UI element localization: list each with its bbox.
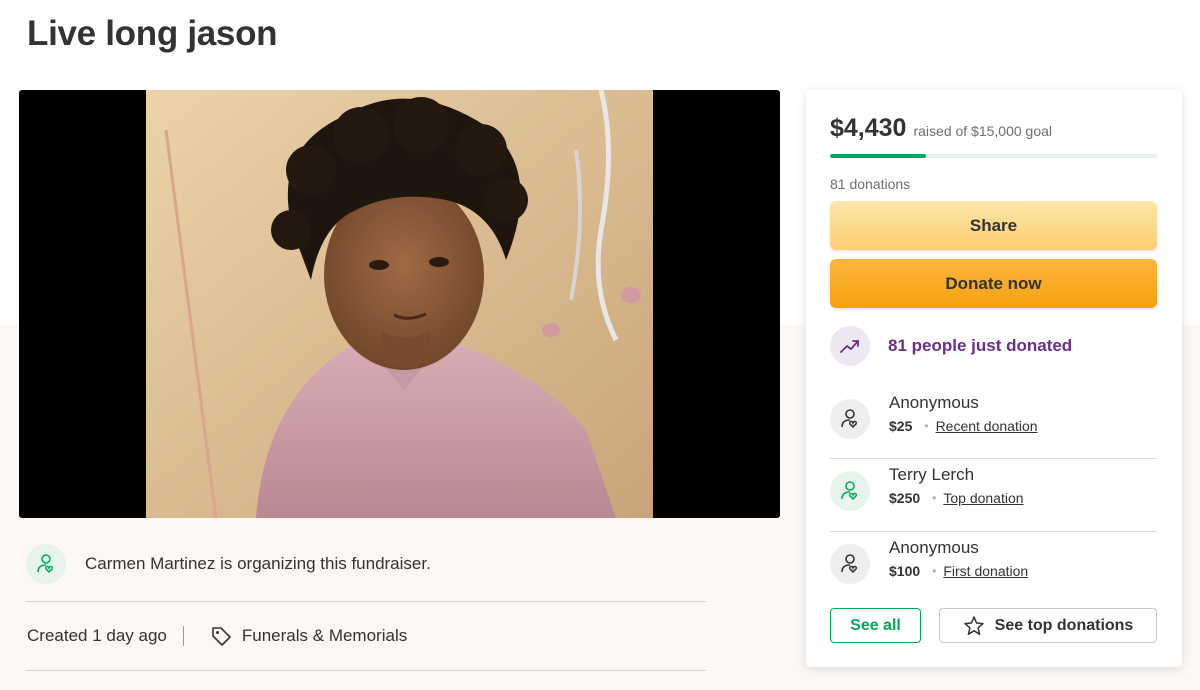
donor-type-link[interactable]: Recent donation (936, 418, 1038, 434)
share-button[interactable]: Share (830, 201, 1157, 250)
donor-item: Anonymous $25 • Recent donation (830, 393, 1157, 439)
donor-name: Anonymous (889, 393, 979, 412)
trending-up-icon (840, 340, 859, 353)
separator-dot: • (932, 564, 937, 578)
donor-item: Anonymous $100 • First donation (830, 538, 1157, 584)
star-icon (963, 615, 984, 635)
meta-separator (182, 626, 184, 646)
user-heart-icon (841, 554, 858, 574)
donor-avatar (830, 399, 870, 439)
category-link[interactable]: Funerals & Memorials (210, 625, 407, 647)
donor-type-link[interactable]: First donation (943, 563, 1028, 579)
donation-card: $4,430 raised of $15,000 goal 81 donatio… (806, 90, 1182, 667)
goal-text: raised of $15,000 goal (913, 123, 1053, 139)
user-heart-icon (841, 409, 858, 429)
separator-dot: • (924, 419, 929, 433)
organizer-avatar (26, 544, 66, 584)
organizer-divider (26, 601, 706, 602)
donor-divider (830, 531, 1157, 532)
donor-divider (830, 458, 1157, 459)
donor-name: Anonymous (889, 538, 979, 557)
see-top-donations-button[interactable]: See top donations (939, 608, 1157, 643)
see-top-donations-label: See top donations (994, 616, 1134, 634)
donor-avatar (830, 544, 870, 584)
created-date: Created 1 day ago (27, 626, 167, 645)
trend-row: 81 people just donated (830, 326, 1072, 366)
trend-text: 81 people just donated (888, 336, 1073, 355)
category-label: Funerals & Memorials (241, 626, 408, 645)
campaign-photo (146, 90, 653, 518)
donor-item: Terry Lerch $250 • Top donation (830, 465, 1157, 511)
see-all-button[interactable]: See all (830, 608, 921, 643)
donation-count: 81 donations (830, 176, 911, 192)
user-heart-icon (841, 481, 858, 501)
raised-amount: $4,430 (830, 114, 907, 142)
donor-type-link[interactable]: Top donation (943, 490, 1023, 506)
donate-now-button[interactable]: Donate now (830, 259, 1157, 308)
trend-icon-wrap (830, 326, 870, 366)
tag-icon (212, 627, 231, 646)
progress-fill (830, 154, 927, 158)
donor-amount: $25 (889, 418, 913, 434)
campaign-media[interactable] (19, 90, 780, 518)
organizer-row: Carmen Martinez is organizing this fundr… (26, 544, 431, 584)
progress-bar (830, 154, 1157, 158)
donor-amount: $100 (889, 563, 921, 579)
page-title: Live long jason (27, 14, 278, 53)
donor-amount: $250 (889, 490, 921, 506)
organizer-text: Carmen Martinez is organizing this fundr… (85, 554, 431, 573)
donor-avatar (830, 471, 870, 511)
donor-name: Terry Lerch (889, 465, 975, 484)
user-heart-icon (37, 554, 54, 574)
amount-row: $4,430 raised of $15,000 goal (830, 114, 1052, 143)
separator-dot: • (932, 491, 937, 505)
meta-divider (26, 670, 706, 671)
campaign-meta: Created 1 day ago Funerals & Memorials (27, 625, 407, 647)
